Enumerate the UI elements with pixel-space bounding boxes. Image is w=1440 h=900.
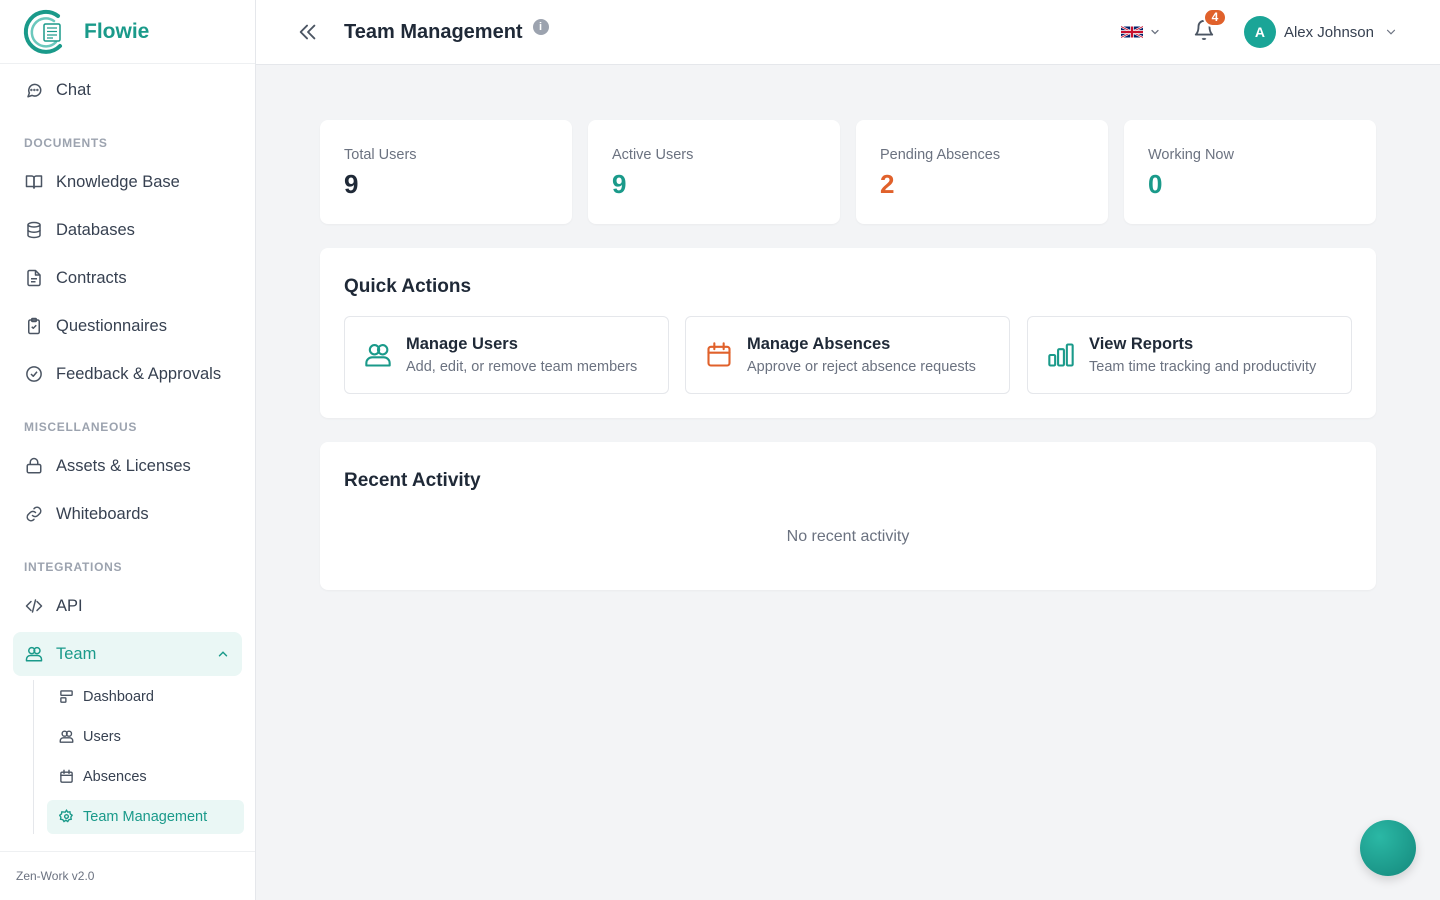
users-icon bbox=[59, 729, 75, 745]
document-icon bbox=[24, 268, 44, 288]
stat-card-working-now: Working Now 0 bbox=[1124, 120, 1376, 224]
sidebar-item-label: Feedback & Approvals bbox=[56, 364, 222, 383]
notification-count-badge: 4 bbox=[1202, 7, 1227, 27]
floating-chat-button[interactable] bbox=[1360, 820, 1416, 876]
top-header: Team Management i 4 A Alex Johnson bbox=[256, 0, 1440, 65]
link-icon bbox=[24, 504, 44, 524]
header-actions: 4 A Alex Johnson bbox=[1120, 7, 1398, 48]
stat-label: Total Users bbox=[344, 147, 417, 163]
sidebar-item-questionnaires[interactable]: Questionnaires bbox=[0, 302, 255, 350]
app-version: Zen-Work v2.0 bbox=[0, 851, 255, 900]
view-reports-button[interactable]: View Reports Team time tracking and prod… bbox=[1027, 316, 1352, 394]
team-subnav: Dashboard Users Absences Team Management bbox=[33, 680, 255, 834]
chat-bubble-icon bbox=[24, 80, 44, 100]
subnav-item-label: Users bbox=[83, 729, 121, 745]
action-description: Team time tracking and productivity bbox=[1089, 359, 1317, 375]
stat-value: 9 bbox=[344, 169, 359, 199]
sidebar-item-team[interactable]: Team bbox=[13, 632, 242, 676]
subnav-item-label: Dashboard bbox=[83, 689, 154, 705]
stat-label: Working Now bbox=[1148, 147, 1234, 163]
sidebar-item-label: Contracts bbox=[56, 268, 127, 287]
sidebar-item-label: Databases bbox=[56, 220, 135, 239]
subnav-item-absences[interactable]: Absences bbox=[47, 760, 244, 794]
sidebar-item-contracts[interactable]: Contracts bbox=[0, 254, 255, 302]
flowie-logo-icon bbox=[18, 6, 70, 58]
action-title: View Reports bbox=[1089, 335, 1194, 353]
action-title: Manage Users bbox=[406, 335, 518, 353]
sidebar-item-label: Knowledge Base bbox=[56, 172, 180, 191]
action-description: Add, edit, or remove team members bbox=[406, 359, 638, 375]
section-miscellaneous: MISCELLANEOUS bbox=[24, 420, 138, 434]
avatar: A bbox=[1243, 16, 1276, 48]
sidebar-item-label: Team bbox=[56, 644, 97, 663]
dashboard-icon bbox=[59, 689, 75, 705]
bar-chart-icon bbox=[1046, 340, 1076, 370]
stat-value: 0 bbox=[1148, 169, 1163, 199]
stat-card-total-users: Total Users 9 bbox=[320, 120, 572, 224]
chevron-up-icon[interactable] bbox=[216, 647, 230, 661]
users-icon bbox=[24, 644, 44, 664]
sidebar-item-label: Whiteboards bbox=[56, 504, 149, 523]
stat-card-pending-absences: Pending Absences 2 bbox=[856, 120, 1108, 224]
stat-label: Pending Absences bbox=[880, 147, 1001, 163]
sidebar-item-api[interactable]: API bbox=[0, 582, 255, 630]
stat-card-active-users: Active Users 9 bbox=[588, 120, 840, 224]
sidebar-item-feedback-approvals[interactable]: Feedback & Approvals bbox=[0, 350, 255, 398]
page-title: Team Management bbox=[344, 20, 523, 43]
sidebar-item-databases[interactable]: Databases bbox=[0, 206, 255, 254]
users-icon bbox=[363, 340, 393, 370]
info-icon[interactable]: i bbox=[532, 19, 549, 35]
sidebar-item-assets-licenses[interactable]: Assets & Licenses bbox=[0, 442, 255, 490]
gear-icon bbox=[59, 809, 75, 825]
quick-actions-panel: Quick Actions Manage Users Add, edit, or… bbox=[320, 248, 1376, 418]
clipboard-check-icon bbox=[24, 316, 44, 336]
sidebar-item-label: Questionnaires bbox=[56, 316, 167, 335]
uk-flag-icon bbox=[1120, 26, 1143, 38]
stat-value: 2 bbox=[880, 169, 895, 199]
empty-state-text: No recent activity bbox=[786, 528, 910, 545]
code-icon bbox=[24, 596, 44, 616]
manage-users-button[interactable]: Manage Users Add, edit, or remove team m… bbox=[344, 316, 669, 394]
sidebar-nav: Chat DOCUMENTS Knowledge Base Databases … bbox=[0, 64, 255, 834]
recent-activity-title: Recent Activity bbox=[344, 470, 481, 491]
sidebar-item-label: Assets & Licenses bbox=[56, 456, 191, 475]
quick-actions-title: Quick Actions bbox=[344, 276, 472, 297]
notifications-button[interactable]: 4 bbox=[1193, 7, 1227, 46]
check-circle-icon bbox=[24, 364, 44, 384]
brand[interactable]: Flowie bbox=[0, 0, 255, 64]
database-icon bbox=[24, 220, 44, 240]
chevron-down-icon bbox=[1149, 26, 1161, 38]
book-open-icon bbox=[24, 172, 44, 192]
subnav-item-dashboard[interactable]: Dashboard bbox=[47, 680, 244, 714]
calendar-icon bbox=[59, 769, 75, 785]
sidebar-item-chat[interactable]: Chat bbox=[0, 66, 255, 114]
manage-absences-button[interactable]: Manage Absences Approve or reject absenc… bbox=[685, 316, 1010, 394]
sidebar-item-label: API bbox=[56, 596, 83, 615]
stat-value: 9 bbox=[612, 169, 627, 199]
sidebar-item-label: Chat bbox=[56, 80, 91, 99]
section-integrations: INTEGRATIONS bbox=[24, 560, 123, 574]
subnav-item-label: Team Management bbox=[83, 809, 208, 825]
user-menu[interactable]: A Alex Johnson bbox=[1243, 16, 1398, 48]
stat-label: Active Users bbox=[612, 147, 694, 163]
action-title: Manage Absences bbox=[747, 335, 891, 353]
subnav-item-team-management[interactable]: Team Management bbox=[47, 800, 244, 834]
collapse-sidebar-icon[interactable] bbox=[296, 20, 320, 44]
sidebar-item-whiteboards[interactable]: Whiteboards bbox=[0, 490, 255, 538]
subnav-item-label: Absences bbox=[83, 769, 147, 785]
sidebar-item-knowledge-base[interactable]: Knowledge Base bbox=[0, 158, 255, 206]
sidebar: Flowie Chat DOCUMENTS Knowledge Base Dat… bbox=[0, 0, 256, 900]
subnav-item-users[interactable]: Users bbox=[47, 720, 244, 754]
brand-name: Flowie bbox=[84, 19, 150, 43]
section-documents: DOCUMENTS bbox=[24, 136, 108, 150]
calendar-icon bbox=[704, 340, 734, 370]
recent-activity-panel: Recent Activity No recent activity bbox=[320, 442, 1376, 590]
user-name: Alex Johnson bbox=[1283, 23, 1374, 41]
lock-icon bbox=[24, 456, 44, 476]
language-selector[interactable] bbox=[1120, 26, 1161, 38]
action-description: Approve or reject absence requests bbox=[747, 359, 976, 375]
chevron-down-icon bbox=[1384, 25, 1398, 39]
